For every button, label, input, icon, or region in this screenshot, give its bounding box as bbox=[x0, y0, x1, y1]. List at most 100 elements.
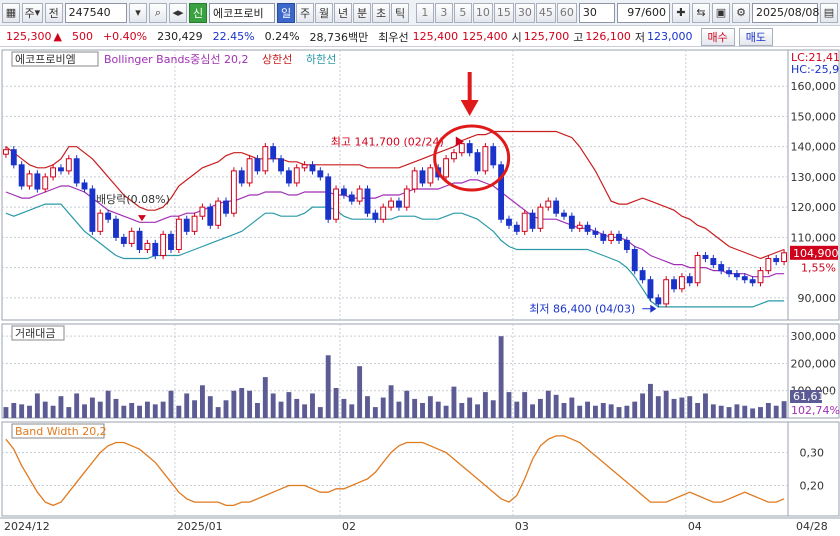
volume-tick-label: 200,000 bbox=[791, 357, 837, 370]
compare-icon[interactable]: ⇆ bbox=[692, 2, 710, 23]
calendar-icon[interactable]: ▤ bbox=[820, 2, 838, 23]
volume-bar bbox=[129, 403, 135, 418]
paging-field[interactable]: 97/600 bbox=[617, 2, 670, 23]
candle-body bbox=[757, 270, 764, 284]
stock-code-input[interactable]: 247540 bbox=[64, 2, 128, 23]
price-change: 500 bbox=[71, 30, 93, 43]
minute-tab-15[interactable]: 15 bbox=[493, 2, 514, 23]
pref-label: 최우선 bbox=[378, 30, 409, 44]
period-tab-1[interactable]: 주 bbox=[296, 2, 315, 23]
buy-button[interactable]: 매수 bbox=[700, 27, 735, 46]
volume-bar bbox=[577, 405, 583, 418]
volume-bar bbox=[506, 392, 512, 418]
volume-bar bbox=[325, 355, 331, 418]
period-tab-2[interactable]: 월 bbox=[315, 2, 334, 23]
speaker-icon[interactable]: ◂▸ bbox=[169, 2, 188, 23]
candle-body bbox=[113, 218, 119, 238]
candle-body bbox=[215, 200, 222, 226]
minute-tab-45[interactable]: 45 bbox=[535, 2, 556, 23]
volume-bar bbox=[97, 401, 103, 418]
candle-body bbox=[372, 212, 379, 220]
volume-bar bbox=[255, 403, 260, 418]
volume-bar bbox=[152, 404, 158, 418]
minute-tab-1[interactable]: 1 bbox=[415, 2, 434, 23]
volume-bar bbox=[467, 397, 473, 418]
x-tick-label: 2024/12 bbox=[4, 520, 50, 533]
candle-body bbox=[270, 146, 277, 160]
dropdown-chevron-icon[interactable]: ▾ bbox=[129, 2, 148, 23]
volume-bar bbox=[168, 390, 174, 418]
count-input[interactable]: 30 bbox=[578, 2, 616, 23]
candle-body bbox=[458, 143, 465, 154]
volume-panel bbox=[1, 323, 789, 419]
period-tab-0[interactable]: 일 bbox=[277, 2, 296, 23]
date-input[interactable]: 2025/08/08 bbox=[752, 2, 819, 23]
tool-icon[interactable]: ✚ bbox=[672, 2, 690, 23]
y-tick-label: 120,000 bbox=[791, 201, 837, 214]
volume-bar bbox=[498, 336, 504, 418]
candle-body bbox=[309, 164, 316, 172]
candle-body bbox=[175, 218, 182, 250]
type-select[interactable]: 전 bbox=[44, 2, 63, 23]
volume-bar bbox=[333, 388, 339, 418]
period-tab-4[interactable]: 분 bbox=[353, 2, 372, 23]
candle-body bbox=[254, 158, 261, 172]
volume-bar bbox=[176, 405, 182, 418]
candle-body bbox=[537, 206, 544, 229]
volume-bar bbox=[278, 401, 284, 418]
ratio-percent: 0.24% bbox=[264, 30, 300, 43]
volume-bar bbox=[475, 404, 480, 418]
volume-bar bbox=[121, 405, 127, 418]
bandwidth-tick-label: 0,30 bbox=[800, 446, 825, 459]
volume-ratio-label: 102,74% bbox=[791, 404, 840, 417]
volume-bar bbox=[435, 401, 441, 418]
volume-bar bbox=[207, 396, 213, 418]
volume-bar bbox=[679, 397, 685, 418]
volume-bar bbox=[50, 405, 56, 418]
grid-menu-icon[interactable]: ▦ bbox=[2, 2, 20, 23]
candle-body bbox=[380, 206, 387, 220]
candle-body bbox=[246, 158, 253, 184]
y-tick-label: 150,000 bbox=[791, 110, 837, 123]
period-tab-3[interactable]: 년 bbox=[334, 2, 353, 23]
volume-bar bbox=[530, 404, 535, 418]
search-icon[interactable]: ⌕ bbox=[149, 2, 168, 23]
volume-bar bbox=[105, 390, 111, 418]
minute-tab-10[interactable]: 10 bbox=[472, 2, 493, 23]
period-tab-6[interactable]: 틱 bbox=[391, 2, 410, 23]
legend-lower-band: 하한선 bbox=[306, 52, 336, 66]
candle-body bbox=[168, 233, 174, 250]
period-tab-5[interactable]: 초 bbox=[372, 2, 391, 23]
candle-body bbox=[136, 230, 143, 250]
candle-body bbox=[616, 233, 622, 241]
x-tick-label: 04 bbox=[688, 520, 702, 533]
volume-bar bbox=[372, 407, 378, 418]
volume-bar bbox=[34, 393, 40, 418]
volume-bar bbox=[490, 400, 496, 418]
gear-icon[interactable]: ⚙ bbox=[732, 2, 750, 23]
volume-bar bbox=[365, 396, 370, 418]
minute-tab-5[interactable]: 5 bbox=[453, 2, 472, 23]
candle-body bbox=[671, 279, 677, 290]
candle-body bbox=[765, 258, 772, 272]
minute-tab-60[interactable]: 60 bbox=[556, 2, 577, 23]
candle-body bbox=[160, 233, 167, 257]
minute-tab-30[interactable]: 30 bbox=[514, 2, 535, 23]
volume-bar bbox=[750, 408, 756, 418]
stock-chart[interactable]: 2024/12 2025/01 02 03 04 04/28 90,000 1,55% 110,… bbox=[0, 48, 840, 536]
volume-bar bbox=[427, 396, 433, 418]
candle-body bbox=[451, 152, 457, 160]
candle-body bbox=[325, 176, 332, 220]
market-select[interactable]: 주 ▾ bbox=[22, 2, 43, 23]
candle-body bbox=[513, 224, 520, 232]
minute-tab-3[interactable]: 3 bbox=[434, 2, 453, 23]
volume-bar bbox=[616, 407, 622, 418]
candle-body bbox=[58, 167, 64, 172]
candle-body bbox=[238, 170, 245, 184]
volume-title: 거래대금 bbox=[15, 327, 55, 340]
volume-bar bbox=[160, 401, 166, 418]
save-icon[interactable]: ▣ bbox=[712, 2, 730, 23]
sell-button[interactable]: 매도 bbox=[738, 27, 774, 46]
volume-bar bbox=[663, 390, 669, 418]
candle-body bbox=[623, 239, 630, 250]
